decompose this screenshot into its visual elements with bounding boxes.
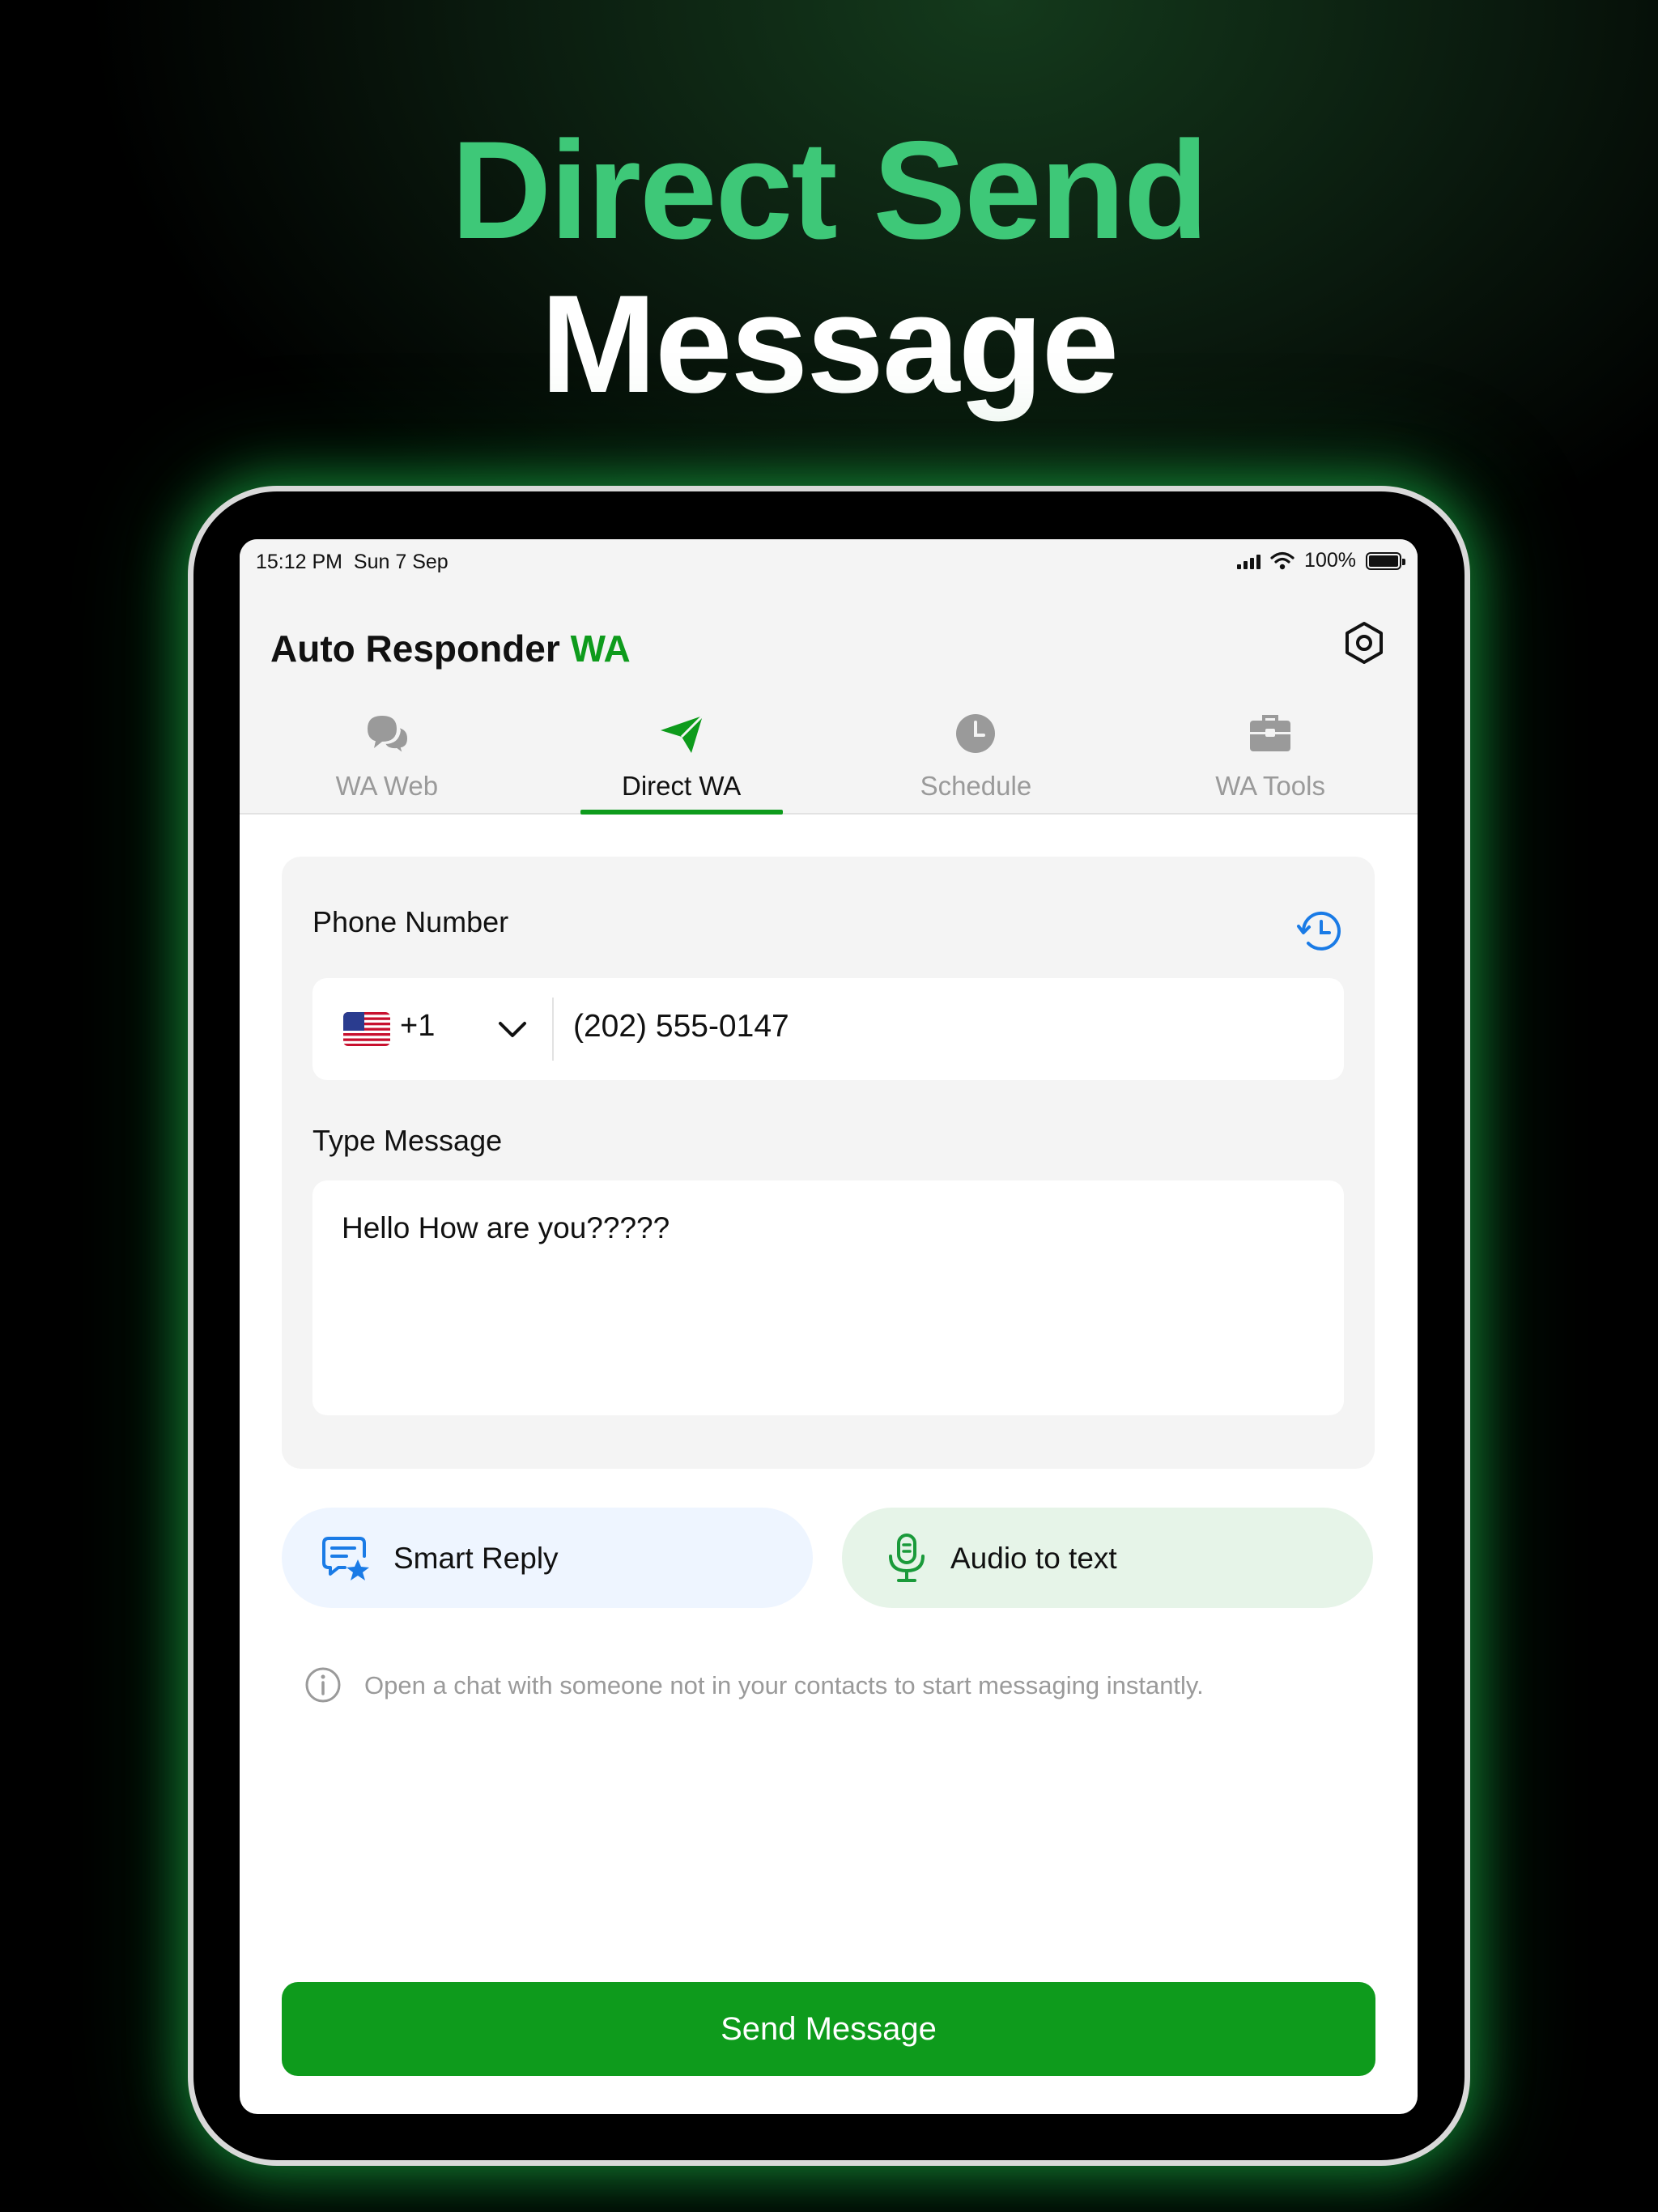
app-title-main: Auto Responder — [270, 627, 560, 670]
message-text: Hello How are you????? — [342, 1211, 670, 1244]
microphone-icon — [889, 1534, 925, 1582]
battery-percent: 100% — [1304, 549, 1356, 572]
cellular-signal-icon — [1237, 553, 1261, 569]
type-message-label: Type Message — [312, 1124, 503, 1157]
info-text: Open a chat with someone not in your con… — [364, 1671, 1204, 1699]
smart-reply-button[interactable]: Smart Reply — [282, 1508, 813, 1608]
headline-line-1: Direct Send — [451, 113, 1209, 268]
audio-to-text-button[interactable]: Audio to text — [842, 1508, 1373, 1608]
smart-reply-label: Smart Reply — [393, 1542, 559, 1575]
app-header: Auto Responder WA WA Web Direct WA Sched… — [240, 586, 1418, 815]
settings-gear-icon[interactable] — [1340, 619, 1388, 667]
status-time: 15:12 PM Sun 7 Sep — [256, 551, 449, 574]
send-message-button[interactable]: Send Message — [282, 1982, 1375, 2076]
history-icon[interactable] — [1295, 907, 1344, 955]
phone-number-label: Phone Number — [312, 905, 509, 938]
wifi-icon — [1270, 551, 1295, 569]
status-time-text: 15:12 PM — [256, 551, 343, 573]
status-date-text: Sun 7 Sep — [353, 551, 449, 573]
input-divider — [552, 998, 554, 1061]
status-right: 100% — [1237, 549, 1405, 572]
paper-plane-icon — [660, 714, 704, 753]
active-tab-indicator — [580, 810, 783, 815]
chat-bubbles-icon — [367, 716, 409, 756]
tab-label: WA Web — [335, 771, 439, 801]
tab-bar: WA Web Direct WA Schedule WA Tools — [240, 700, 1418, 815]
tab-wa-tools[interactable]: WA Tools — [1123, 700, 1418, 813]
app-screen: 15:12 PM Sun 7 Sep 100% Auto Responder W… — [240, 539, 1418, 2114]
chevron-down-icon[interactable] — [494, 1010, 531, 1048]
smart-reply-icon — [322, 1537, 369, 1580]
headline-line-2: Message — [540, 266, 1120, 422]
tab-label: Direct WA — [621, 771, 742, 801]
tab-wa-web[interactable]: WA Web — [240, 700, 534, 813]
headline: Direct Send Message — [0, 113, 1658, 421]
tab-direct-wa[interactable]: Direct WA — [534, 700, 829, 815]
phone-input-group: +1 (202) 555-0147 — [312, 978, 1344, 1080]
app-title: Auto Responder WA — [270, 627, 631, 670]
tab-schedule[interactable]: Schedule — [829, 700, 1124, 813]
phone-number-input[interactable]: (202) 555-0147 — [573, 1009, 789, 1044]
info-icon — [305, 1667, 341, 1703]
country-code[interactable]: +1 — [400, 1009, 435, 1044]
status-bar: 15:12 PM Sun 7 Sep 100% — [240, 539, 1418, 586]
tab-label: Schedule — [920, 771, 1032, 801]
battery-icon — [1366, 551, 1405, 570]
toolbox-icon — [1250, 715, 1291, 751]
app-title-accent: WA — [570, 627, 631, 670]
compose-card: Phone Number +1 (202) 555-0147 Type Mess… — [282, 857, 1375, 1469]
tab-label: WA Tools — [1215, 771, 1325, 801]
message-textarea[interactable]: Hello How are you????? — [312, 1180, 1344, 1415]
audio-to-text-label: Audio to text — [950, 1542, 1117, 1575]
us-flag-icon[interactable] — [343, 1012, 390, 1046]
clock-icon — [956, 714, 996, 753]
